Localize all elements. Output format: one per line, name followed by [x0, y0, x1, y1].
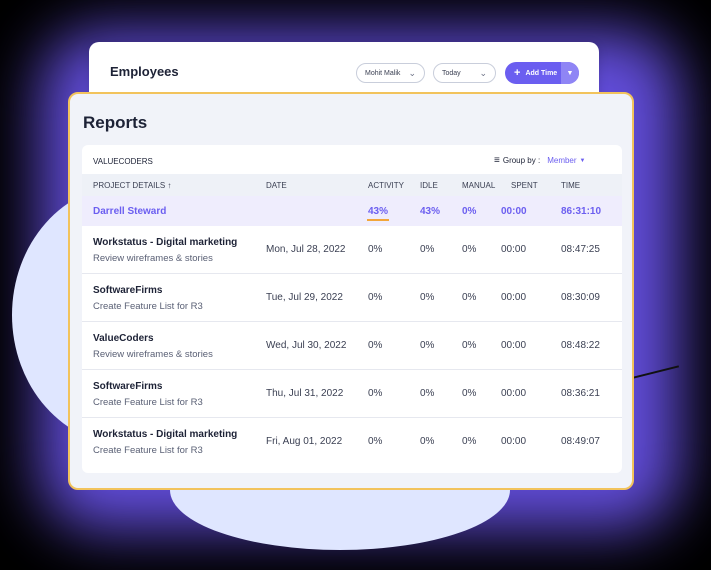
date-select-value: Today	[442, 69, 461, 77]
row-date: Thu, Jul 31, 2022	[266, 388, 344, 399]
employees-title: Employees	[110, 64, 179, 79]
row-idle: 0%	[420, 244, 435, 255]
member-activity: 43%	[368, 206, 389, 217]
row-activity: 0%	[368, 436, 383, 447]
organization-name: VALUECODERS	[93, 157, 153, 166]
member-name: Darrell Steward	[93, 206, 167, 217]
member-idle: 43%	[420, 206, 441, 217]
group-by-value: Member	[547, 156, 577, 165]
group-by-label: Group by :	[502, 156, 541, 165]
row-idle: 0%	[420, 436, 435, 447]
row-time: 08:48:22	[561, 340, 600, 351]
reports-card: Reports VALUECODERS ≡ Group by : Member …	[68, 92, 634, 490]
column-header-time[interactable]: TIME	[561, 181, 580, 190]
row-date: Tue, Jul 29, 2022	[266, 292, 343, 303]
member-select[interactable]: Mohit Malik ⌄	[356, 63, 425, 83]
chevron-down-icon: ⌄	[408, 67, 416, 78]
column-header-spent[interactable]: SPENT	[511, 181, 538, 190]
member-summary-row[interactable]: Darrell Steward 43% 43% 0% 00:00 86:31:1…	[82, 196, 622, 226]
column-header-date[interactable]: DATE	[266, 181, 287, 190]
table-row[interactable]: SoftwareFirms Create Feature List for R3…	[82, 274, 622, 322]
row-idle: 0%	[420, 340, 435, 351]
row-idle: 0%	[420, 388, 435, 399]
activity-indicator-bar	[367, 219, 389, 221]
filter-lines-icon: ≡	[494, 155, 500, 166]
row-task: Review wireframes & stories	[93, 253, 213, 264]
row-project: Workstatus - Digital marketing	[93, 429, 238, 440]
row-project: Workstatus - Digital marketing	[93, 237, 238, 248]
row-time: 08:47:25	[561, 244, 600, 255]
row-activity: 0%	[368, 244, 383, 255]
row-date: Mon, Jul 28, 2022	[266, 244, 346, 255]
row-spent: 00:00	[501, 340, 527, 351]
row-date: Fri, Aug 01, 2022	[266, 436, 343, 447]
row-task: Create Feature List for R3	[93, 445, 203, 456]
row-project: SoftwareFirms	[93, 381, 163, 392]
reports-title: Reports	[83, 113, 148, 132]
row-project: ValueCoders	[93, 333, 154, 344]
row-spent: 00:00	[501, 388, 527, 399]
row-manual: 0%	[462, 292, 477, 303]
row-time: 08:30:09	[561, 292, 600, 303]
row-activity: 0%	[368, 340, 383, 351]
table-header: PROJECT DETAILS ↑ DATE ACTIVITY IDLE MAN…	[82, 174, 622, 196]
row-project: SoftwareFirms	[93, 285, 163, 296]
reports-table: VALUECODERS ≡ Group by : Member ▼ PROJEC…	[82, 145, 622, 473]
row-spent: 00:00	[501, 436, 527, 447]
column-header-manual[interactable]: MANUAL	[462, 181, 495, 190]
row-task: Review wireframes & stories	[93, 349, 213, 360]
row-manual: 0%	[462, 436, 477, 447]
row-task: Create Feature List for R3	[93, 397, 203, 408]
row-idle: 0%	[420, 292, 435, 303]
table-row[interactable]: ValueCoders Review wireframes & stories …	[82, 322, 622, 370]
row-time: 08:49:07	[561, 436, 600, 447]
group-by-control[interactable]: ≡ Group by : Member ▼	[494, 155, 586, 166]
date-select[interactable]: Today ⌄	[433, 63, 496, 83]
row-task: Create Feature List for R3	[93, 301, 203, 312]
member-spent: 00:00	[501, 206, 527, 217]
column-header-project[interactable]: PROJECT DETAILS ↑	[93, 181, 171, 190]
member-select-value: Mohit Malik	[365, 69, 401, 77]
row-time: 08:36:21	[561, 388, 600, 399]
plus-icon: +	[514, 67, 521, 79]
row-activity: 0%	[368, 388, 383, 399]
row-date: Wed, Jul 30, 2022	[266, 340, 347, 351]
row-spent: 00:00	[501, 244, 527, 255]
caret-down-icon: ▼	[579, 157, 586, 164]
caret-down-icon: ▼	[566, 69, 574, 77]
row-manual: 0%	[462, 244, 477, 255]
column-header-activity[interactable]: ACTIVITY	[368, 181, 404, 190]
row-spent: 00:00	[501, 292, 527, 303]
table-row[interactable]: Workstatus - Digital marketing Create Fe…	[82, 418, 622, 466]
row-manual: 0%	[462, 388, 477, 399]
row-activity: 0%	[368, 292, 383, 303]
table-row[interactable]: Workstatus - Digital marketing Review wi…	[82, 226, 622, 274]
add-time-button[interactable]: + Add Time ▼	[505, 62, 579, 84]
add-time-dropdown-toggle[interactable]: ▼	[561, 62, 579, 84]
add-time-label: Add Time	[525, 69, 558, 77]
chevron-down-icon: ⌄	[479, 67, 487, 78]
member-manual: 0%	[462, 206, 477, 217]
column-header-idle[interactable]: IDLE	[420, 181, 438, 190]
member-time: 86:31:10	[561, 206, 602, 217]
table-row[interactable]: SoftwareFirms Create Feature List for R3…	[82, 370, 622, 418]
row-manual: 0%	[462, 340, 477, 351]
